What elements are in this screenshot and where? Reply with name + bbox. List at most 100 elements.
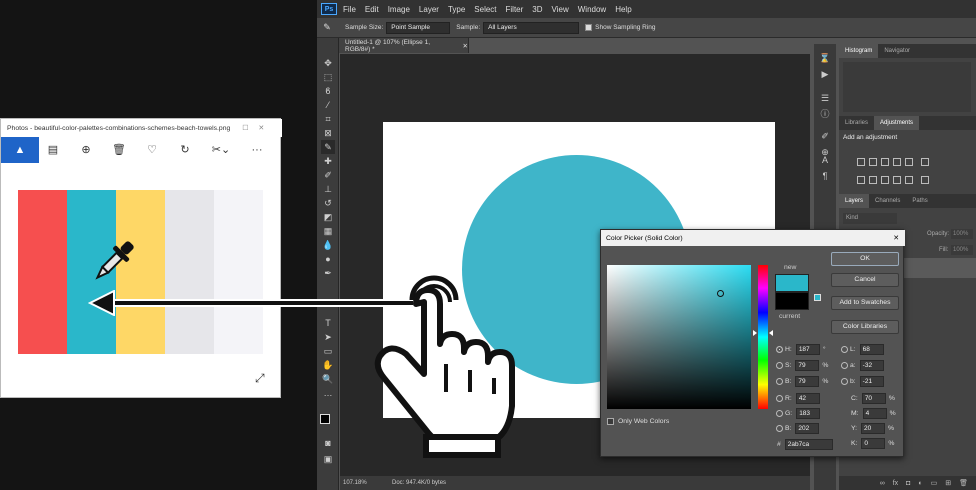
hand-tool-icon[interactable]: ✋ [321,358,335,372]
hue-field[interactable]: 187 [795,343,820,355]
ok-button[interactable]: OK [831,252,899,266]
new-adjustment-icon[interactable]: ◐ [918,480,922,487]
red-field[interactable]: 42 [795,392,820,404]
layer-mask-icon[interactable]: ◘ [906,480,910,487]
only-web-colors-checkbox[interactable] [607,417,614,425]
crop-tool-icon[interactable]: ⌗ [321,112,335,126]
eraser-tool-icon[interactable]: ◩ [321,210,335,224]
slideshow-icon[interactable]: ▤ [45,142,61,158]
saturation-radio[interactable] [776,361,783,369]
brightness-field[interactable]: 79 [795,375,820,387]
green-field[interactable]: 183 [796,407,821,419]
green-radio[interactable] [776,409,783,417]
lasso-tool-icon[interactable]: ϐ [321,84,335,98]
brightness-icon[interactable] [857,158,865,166]
menu-type[interactable]: Type [448,5,465,14]
magic-wand-tool-icon[interactable]: ⁄ [321,98,335,112]
tab-navigator[interactable]: Navigator [878,44,916,58]
color-field[interactable] [607,265,751,409]
websafe-color-icon[interactable] [814,294,821,301]
document-tab[interactable]: Untitled-1 @ 107% (Ellipse 1, RGB/8#) * … [339,38,469,53]
sample-size-select[interactable]: Point Sample [386,21,451,34]
menu-window[interactable]: Window [578,5,606,14]
tab-histogram[interactable]: Histogram [839,44,879,58]
blur-tool-icon[interactable]: 💧 [321,238,335,252]
sampling-ring-checkbox[interactable] [585,24,593,31]
paragraph-panel-icon[interactable]: ¶ [819,170,831,182]
delete-layer-icon[interactable]: 🗑 [959,479,968,487]
brightness-radio[interactable] [776,377,783,385]
current-color-swatch[interactable] [775,292,809,310]
new-group-icon[interactable]: ▭ [931,479,938,487]
menu-view[interactable]: View [552,5,569,14]
tab-channels[interactable]: Channels [869,194,906,208]
menu-filter[interactable]: Filter [506,5,524,14]
pen-tool-icon[interactable]: ✒ [321,266,335,280]
channel-mixer-icon[interactable] [893,176,901,184]
vibrance-icon[interactable] [905,158,913,166]
type-tool-icon[interactable]: T [321,316,335,330]
black-field[interactable]: 0 [861,437,886,449]
photo-filter-icon[interactable] [881,176,889,184]
invert-icon[interactable] [921,176,930,184]
info-panel-icon[interactable]: ⓘ [819,108,831,120]
curves-icon[interactable] [881,158,889,166]
lightness-field[interactable]: 68 [859,343,884,355]
brush-panel-icon[interactable]: ✐ [819,130,831,142]
opacity-field[interactable]: 100% [951,229,973,239]
color-libraries-button[interactable]: Color Libraries [831,320,899,334]
tab-paths[interactable]: Paths [906,194,933,208]
a-channel-field[interactable]: -32 [859,359,884,371]
color-field-marker[interactable] [717,290,724,297]
healing-brush-tool-icon[interactable]: ✚ [321,154,335,168]
color-balance-icon[interactable] [857,176,865,184]
blue-field[interactable]: 202 [795,422,820,434]
zoom-level[interactable]: 107.18% [340,480,370,486]
lightness-radio[interactable] [841,345,848,353]
layer-style-icon[interactable]: fx [893,480,898,487]
tab-libraries[interactable]: Libraries [839,116,874,130]
more-icon[interactable]: ··· [249,142,265,158]
eyedropper-tool-icon[interactable]: ✎ [317,22,337,33]
actions-panel-icon[interactable]: ▶ [819,68,831,80]
rotate-icon[interactable]: ↻ [177,142,193,158]
path-selection-tool-icon[interactable]: ➤ [321,330,335,344]
stamp-tool-icon[interactable]: ⊥ [321,182,335,196]
gradient-tool-icon[interactable]: ▦ [321,224,335,238]
palette-swatch-red[interactable] [18,190,67,354]
cancel-button[interactable]: Cancel [831,273,899,287]
b-channel-field[interactable]: -21 [859,375,884,387]
close-icon[interactable]: ✕ [893,234,899,242]
magenta-field[interactable]: 4 [862,407,887,419]
yellow-field[interactable]: 20 [861,422,886,434]
shape-tool-icon[interactable]: ▭ [321,344,335,358]
red-radio[interactable] [776,394,783,402]
quick-mask-icon[interactable]: ◙ [321,436,335,450]
expand-icon[interactable]: ⤢ [255,371,265,386]
screen-mode-icon[interactable]: ▣ [321,452,335,466]
zoom-icon[interactable]: ⊕ [78,142,94,158]
menu-select[interactable]: Select [474,5,496,14]
properties-panel-icon[interactable]: ☰ [819,92,831,104]
hue-slider-right-arrow-icon[interactable] [769,330,773,336]
menu-file[interactable]: File [343,5,356,14]
fill-field[interactable]: 100% [951,245,973,255]
menu-layer[interactable]: Layer [419,5,439,14]
link-layers-icon[interactable]: ∞ [880,480,885,487]
marquee-tool-icon[interactable]: ⬚ [321,70,335,84]
menu-edit[interactable]: Edit [365,5,379,14]
close-tab-icon[interactable]: ✕ [463,42,468,50]
palette-swatch-light-gray[interactable] [165,190,214,354]
exposure-icon[interactable] [893,158,901,166]
add-to-swatches-button[interactable]: Add to Swatches [831,296,899,310]
hue-slider[interactable] [758,265,768,409]
b-channel-radio[interactable] [841,377,848,385]
hue-slider-left-arrow-icon[interactable] [753,330,757,336]
hex-field[interactable]: 2ab7ca [784,438,833,450]
menu-image[interactable]: Image [388,5,410,14]
maximize-icon[interactable]: ☐ [242,124,248,132]
delete-icon[interactable]: 🗑 [111,142,127,158]
frame-tool-icon[interactable]: ⊠ [321,126,335,140]
dodge-tool-icon[interactable]: ● [321,252,335,266]
close-icon[interactable]: ✕ [258,124,264,132]
